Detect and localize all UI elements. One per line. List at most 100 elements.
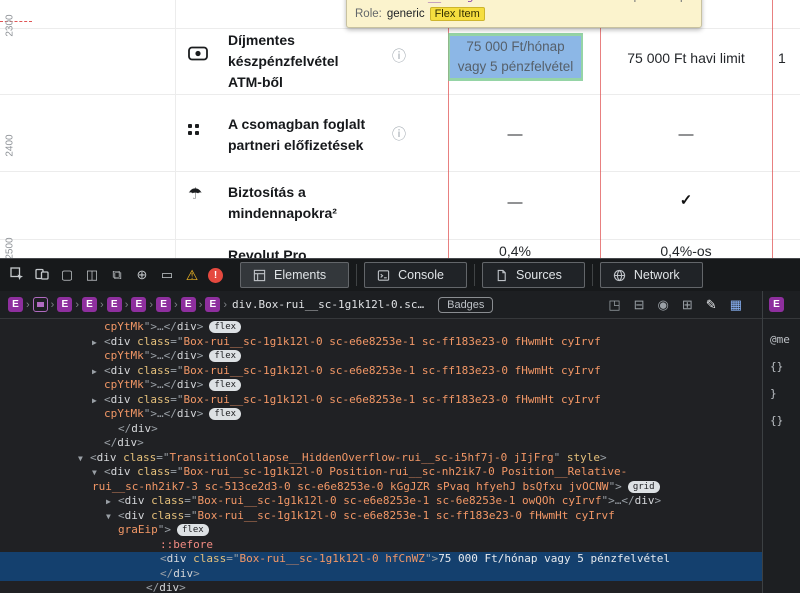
- code-token-value: graEip: [118, 523, 158, 536]
- dom-node-line[interactable]: ▶ <div class="Box-rui__sc-1g1k12l-0 sc-e6…: [0, 364, 762, 379]
- screen-badge-icon[interactable]: [32, 297, 48, 312]
- crosshair-icon[interactable]: ⊕: [133, 267, 151, 283]
- dom-node-line[interactable]: </div>: [0, 436, 762, 451]
- code-token-punct: ">: [143, 320, 157, 333]
- code-token-punct: =": [170, 334, 184, 348]
- code-token-punct: <: [104, 392, 111, 406]
- dom-node-line[interactable]: ▶ <div class="Box-rui__sc-1g1k12l-0 sc-e6…: [0, 494, 762, 509]
- code-token-tag: div: [176, 378, 197, 391]
- adorner-badge-flex[interactable]: flex: [209, 408, 242, 420]
- dom-node-line[interactable]: cpYtMk">…</div> flex: [0, 378, 762, 393]
- monitor-icon[interactable]: ▭: [158, 267, 176, 283]
- element-badge[interactable]: E: [156, 297, 172, 312]
- tab-network[interactable]: Network: [599, 262, 703, 288]
- tab-label: Sources: [515, 268, 562, 282]
- dom-node-line[interactable]: ▼ <div class="TransitionCollapse__HiddenO…: [0, 451, 762, 466]
- chevron-icon: ›: [100, 298, 104, 311]
- element-badge[interactable]: E: [205, 297, 221, 312]
- expand-arrow-icon[interactable]: ▶: [106, 495, 118, 510]
- dom-node-line[interactable]: cpYtMk">…</div> flex: [0, 407, 762, 422]
- table-left-border: [175, 0, 176, 258]
- code-token-punct: <: [104, 363, 111, 377]
- adorner-badge-grid[interactable]: grid: [627, 480, 660, 493]
- dom-node-line[interactable]: cpYtMk">…</div> flex: [0, 320, 762, 335]
- record-icon[interactable]: ◉: [658, 297, 669, 313]
- breadcrumb-selected-node[interactable]: div.Box-rui__sc-1g1k12l-0.sc…: [232, 298, 424, 311]
- dom-node-line[interactable]: ▶ <div class="Box-rui__sc-1g1k12l-0 sc-e6…: [0, 393, 762, 408]
- css-fragment: }: [770, 387, 777, 400]
- badges-button[interactable]: Badges: [438, 296, 494, 313]
- code-token-tag: div: [176, 320, 197, 333]
- expand-arrow-icon[interactable]: ▶: [92, 336, 104, 351]
- dom-node-line[interactable]: ▼ <div class="Box-rui__sc-1g1k12l-0 sc-e6…: [0, 509, 762, 524]
- layout-icon[interactable]: ◳: [608, 297, 620, 313]
- role-label: Role:: [355, 7, 382, 20]
- element-badge[interactable]: E: [82, 297, 98, 312]
- panels-icon[interactable]: ▦: [730, 297, 742, 313]
- expand-arrow-icon[interactable]: ▼: [78, 452, 90, 467]
- expand-arrow-icon[interactable]: ▼: [106, 510, 118, 525]
- dom-node-line[interactable]: ▼ <div class="Box-rui__sc-1g1k12l-0 Posit…: [0, 465, 762, 480]
- info-icon[interactable]: ⓘ: [392, 49, 406, 63]
- devtools-tabs: Elements Console Sources Network: [240, 262, 703, 288]
- feature-name: Revolut Pro: [228, 247, 307, 258]
- grid-view-icon[interactable]: ⊞: [682, 297, 693, 313]
- error-count-badge[interactable]: !: [208, 267, 223, 283]
- expand-arrow-icon[interactable]: ▶: [92, 394, 104, 409]
- adorner-badge-flex[interactable]: flex: [209, 379, 242, 391]
- print-icon[interactable]: ⊟: [634, 297, 645, 313]
- code-token-tag: div: [176, 407, 197, 420]
- row-separator: [0, 94, 800, 95]
- edit-icon[interactable]: ✎: [706, 297, 717, 313]
- element-badge[interactable]: E: [57, 297, 73, 312]
- panels-overlap-icon[interactable]: ⧉: [108, 267, 126, 283]
- dom-node-line[interactable]: ::before: [0, 538, 762, 553]
- dom-node-line[interactable]: rui__sc-nh2ik7-3 sc-513ce2d3-0 sc-e6e825…: [0, 480, 762, 495]
- chevron-icon: ›: [149, 298, 154, 311]
- plan-cell: 0,4%: [499, 243, 531, 258]
- panel-split-icon[interactable]: ◫: [83, 267, 101, 283]
- dom-node-line[interactable]: </div>: [0, 566, 762, 581]
- element-badge[interactable]: E: [131, 297, 147, 312]
- dom-node-line[interactable]: cpYtMk">…</div> flex: [0, 349, 762, 364]
- dom-node-line[interactable]: </div>: [0, 422, 762, 437]
- tab-elements[interactable]: Elements: [240, 262, 350, 288]
- adorner-badge-flex[interactable]: flex: [177, 524, 209, 536]
- tab-sources[interactable]: Sources: [481, 262, 585, 288]
- code-token-value: cpYtMk: [104, 320, 144, 333]
- chevron-icon: ›: [26, 298, 30, 311]
- dom-node-line[interactable]: <div class="Box-rui__sc-1g1k12l-0 hfCnWZ…: [0, 552, 762, 567]
- element-badge[interactable]: E: [180, 297, 196, 312]
- code-token-punct: >: [599, 450, 607, 464]
- ruler-label: 2300: [4, 14, 16, 37]
- code-token-attr: class: [130, 392, 171, 406]
- row-separator: [0, 28, 800, 29]
- dom-node-line[interactable]: </div>: [0, 581, 762, 593]
- info-icon[interactable]: ⓘ: [392, 127, 406, 141]
- ruler-label: 2400: [4, 134, 16, 157]
- inspect-icon[interactable]: [8, 266, 26, 284]
- code-token-attr: class: [186, 552, 227, 565]
- element-badge[interactable]: E: [106, 297, 122, 312]
- code-token-attr: class: [144, 494, 185, 507]
- code-token-punct: <: [104, 334, 111, 348]
- tab-console[interactable]: Console: [364, 262, 467, 288]
- breadcrumb-actions: ◳ ⊟ ◉ ⊞ ✎ ▦: [608, 297, 754, 313]
- chevron-icon: ›: [50, 298, 55, 311]
- element-badge[interactable]: E: [8, 297, 23, 312]
- device-toolbar-icon[interactable]: [33, 267, 51, 284]
- expand-arrow-icon[interactable]: ▶: [92, 365, 104, 380]
- grid-overlay-line: [772, 0, 773, 258]
- dom-node-line[interactable]: graEip"> flex: [0, 523, 762, 538]
- adorner-badge-flex[interactable]: flex: [209, 321, 242, 333]
- code-token-punct: =": [156, 450, 170, 464]
- adorner-badge-flex[interactable]: flex: [209, 350, 242, 362]
- code-token-tag: div: [159, 581, 180, 593]
- dom-tree: cpYtMk">…</div> flex ▶ <div class="Box-rui_…: [0, 319, 762, 593]
- dom-node-line[interactable]: ▶ <div class="Box-rui__sc-1g1k12l-0 sc-e6…: [0, 335, 762, 350]
- code-token-tag: div: [131, 421, 152, 435]
- panel-single-icon[interactable]: ▢: [58, 267, 76, 283]
- warning-icon[interactable]: ⚠: [183, 267, 201, 284]
- expand-arrow-icon[interactable]: ▼: [92, 466, 104, 481]
- element-badge[interactable]: E: [769, 297, 784, 312]
